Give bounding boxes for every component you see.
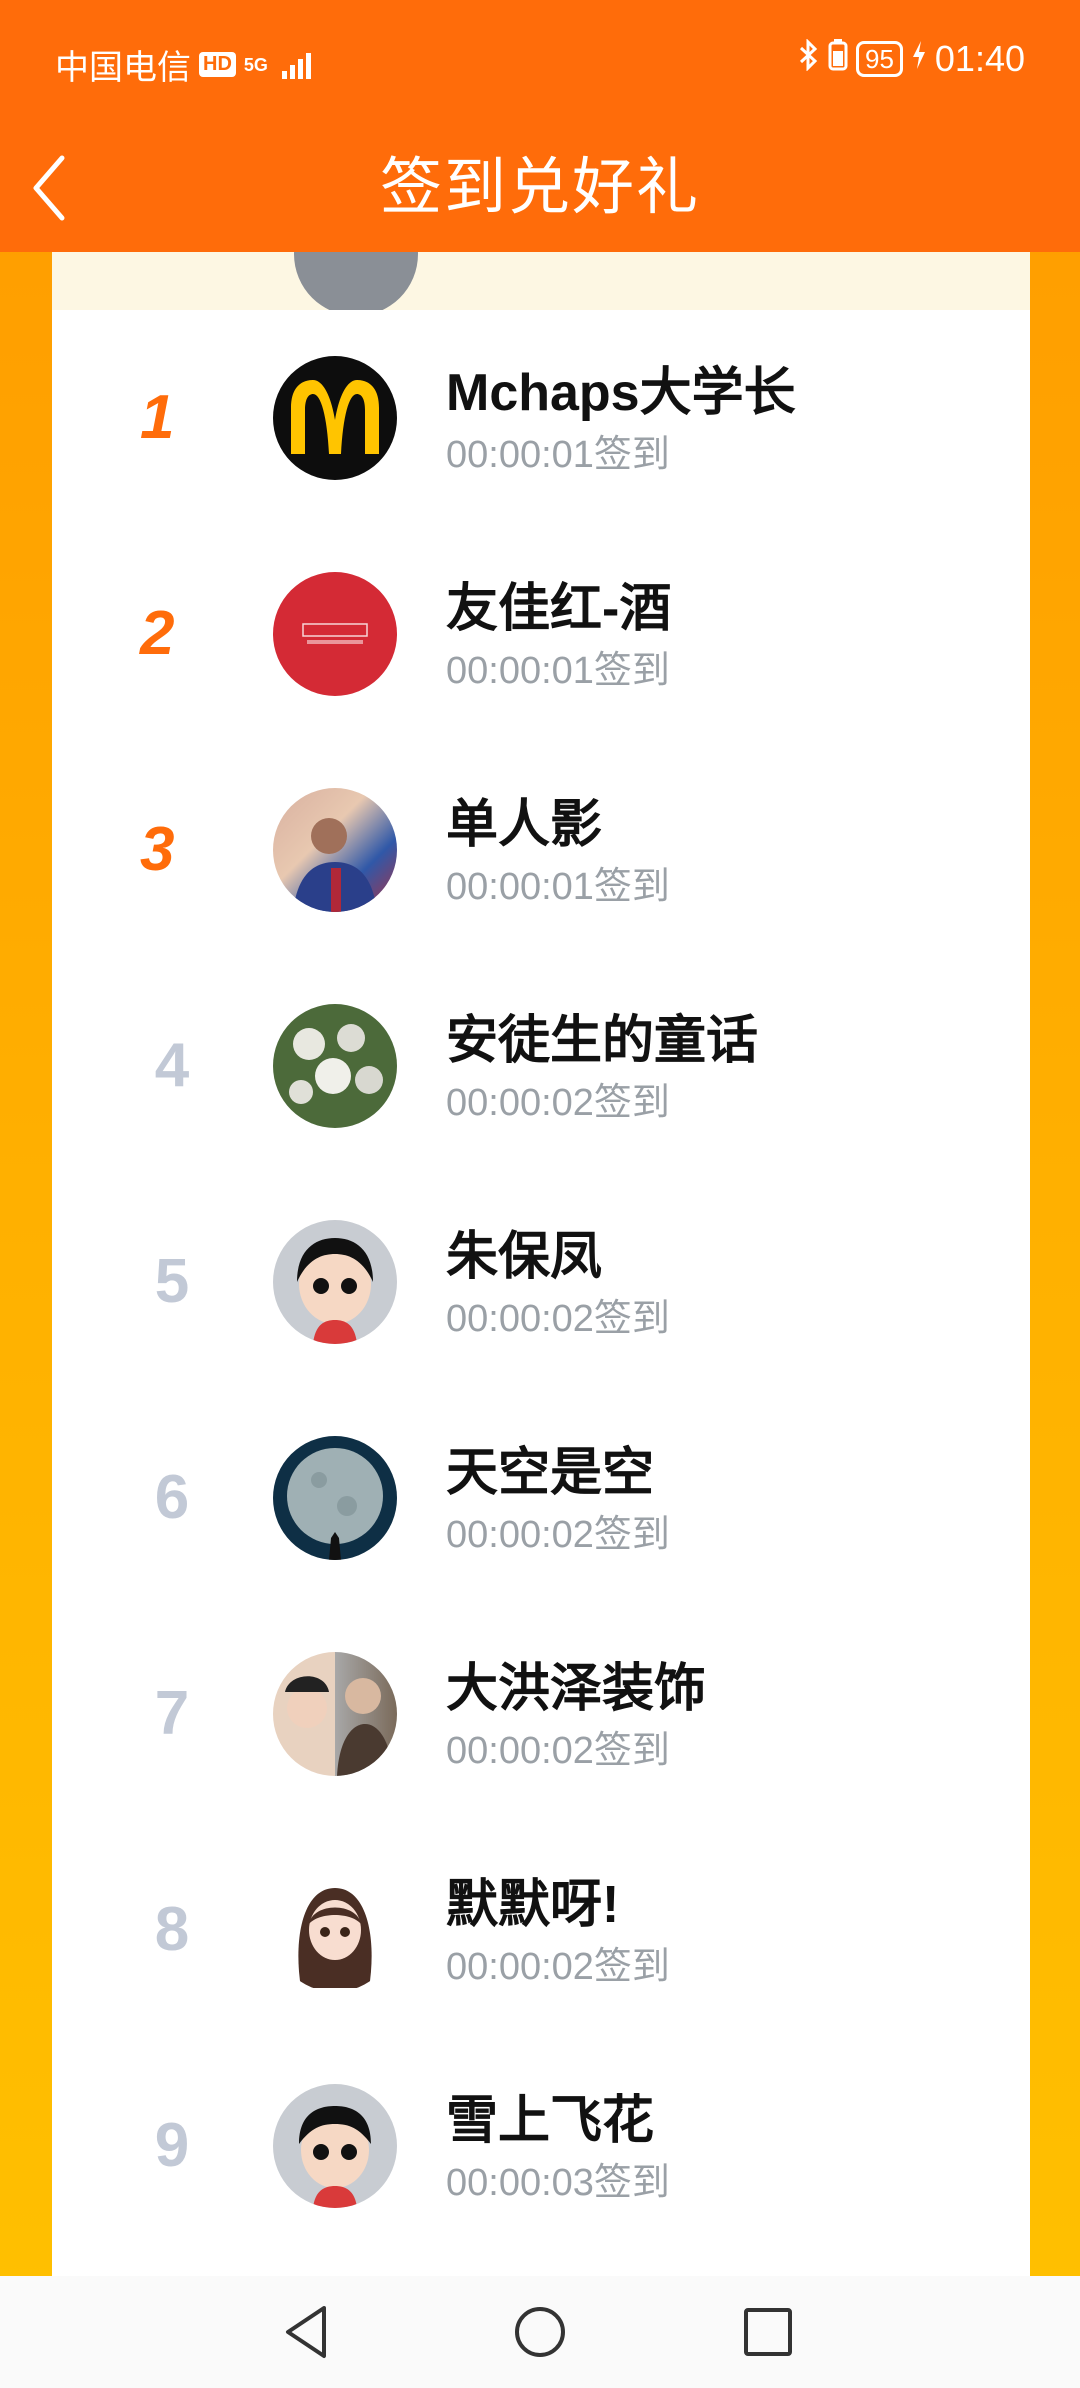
checkin-time: 00:00:02签到 <box>446 1514 670 1556</box>
bluetooth-icon <box>798 38 820 80</box>
rank-number: 9 <box>154 2111 190 2180</box>
checkin-ranking-list[interactable]: 1 Mchaps大学长 00:00:01签到 2 友佳红-酒 00:00:01签… <box>52 252 1030 2276</box>
user-name: 单人影 <box>446 796 603 854</box>
list-item[interactable]: 3 单人影 00:00:01签到 <box>52 742 1030 958</box>
nav-home-icon <box>515 2307 565 2357</box>
user-name: 安徒生的童话 <box>446 1012 759 1070</box>
checkin-time: 00:00:02签到 <box>446 1298 670 1340</box>
top-app-bar: 中国电信 HD 5G 95 01:40 签到兑好礼 <box>0 0 1080 252</box>
page-title: 签到兑好礼 <box>379 153 700 222</box>
checkin-time: 00:00:01签到 <box>446 866 670 908</box>
rank-number: 1 <box>112 370 232 466</box>
photo-avatar-icon <box>293 818 377 912</box>
nav-recents-icon <box>744 2308 792 2356</box>
current-user-row-partial <box>52 252 1030 310</box>
rank-number: 6 <box>154 1463 190 1532</box>
checkin-time: 00:00:02签到 <box>446 1946 670 1988</box>
list-item[interactable]: 5 朱保凤 00:00:02签到 <box>52 1174 1030 1390</box>
user-name: 大洪泽装饰 <box>446 1660 707 1718</box>
user-name: 天空是空 <box>446 1444 655 1502</box>
checkin-time: 00:00:02签到 <box>446 1730 670 1772</box>
user-name: 雪上飞花 <box>446 2092 655 2150</box>
list-item[interactable]: 4 安徒生的童话 00:00:02签到 <box>52 958 1030 1174</box>
avatar[interactable] <box>273 356 397 480</box>
hd-badge: HD <box>199 52 236 77</box>
people-photo-icon <box>285 1676 393 1776</box>
charging-icon <box>911 38 927 80</box>
nav-home-button[interactable] <box>508 2300 572 2364</box>
list-item[interactable]: 6 天空是空 00:00:02签到 <box>52 1390 1030 1606</box>
rank-number: 8 <box>154 1895 190 1964</box>
carrier-label: 中国电信 <box>55 49 191 87</box>
list-item[interactable]: 9 雪上飞花 00:00:03签到 <box>52 2038 1030 2254</box>
avatar[interactable] <box>273 1868 397 1992</box>
nav-back-icon <box>286 2306 326 2358</box>
moon-photo-icon <box>287 1448 383 1560</box>
checkin-time: 00:00:01签到 <box>446 650 670 692</box>
rank-number: 4 <box>154 1031 190 1100</box>
mcdonalds-logo-icon <box>291 380 379 454</box>
user-name: 默默呀! <box>446 1876 620 1934</box>
clock: 01:40 <box>934 38 1025 79</box>
rank-number: 3 <box>112 802 232 898</box>
header-nav: 签到兑好礼 <box>0 120 1080 252</box>
battery-icon <box>828 38 848 80</box>
rank-number: 2 <box>112 586 232 682</box>
wine-brand-logo-icon <box>302 623 368 644</box>
list-item[interactable]: 1 Mchaps大学长 00:00:01签到 <box>52 310 1030 526</box>
cartoon-girl-long-hair-icon <box>298 1888 372 1988</box>
system-navigation-bar <box>0 2276 1080 2388</box>
avatar[interactable] <box>273 1220 397 1344</box>
avatar[interactable] <box>273 1004 397 1128</box>
network-label: 5G <box>243 54 268 75</box>
cartoon-boy-icon <box>299 2106 371 2208</box>
avatar <box>294 252 418 310</box>
list-item[interactable]: 2 友佳红-酒 00:00:01签到 <box>52 526 1030 742</box>
checkin-time: 00:00:02签到 <box>446 1082 670 1124</box>
signal-icon <box>281 51 311 79</box>
avatar[interactable] <box>273 1652 397 1776</box>
rank-number: 5 <box>154 1247 190 1316</box>
avatar[interactable] <box>273 2084 397 2208</box>
list-item[interactable]: 7 大洪泽装饰 00:00:02签到 <box>52 1606 1030 1822</box>
user-name: Mchaps大学长 <box>446 364 796 422</box>
flowers-photo-icon <box>289 1024 383 1104</box>
checkin-time: 00:00:01签到 <box>446 434 670 476</box>
list-item[interactable]: 8 默默呀! 00:00:02签到 <box>52 1822 1030 2038</box>
nav-back-button[interactable] <box>276 2300 340 2364</box>
user-name: 友佳红-酒 <box>446 580 672 638</box>
nav-recents-button[interactable] <box>736 2300 800 2364</box>
checkin-time: 00:00:03签到 <box>446 2162 670 2204</box>
battery-level: 95 <box>855 41 903 77</box>
rank-number: 7 <box>154 1679 190 1748</box>
status-bar: 中国电信 HD 5G 95 01:40 <box>0 0 1080 120</box>
cartoon-girl-icon <box>297 1238 373 1344</box>
user-name: 朱保凤 <box>446 1228 603 1286</box>
avatar[interactable] <box>273 572 397 696</box>
avatar[interactable] <box>273 1436 397 1560</box>
avatar[interactable] <box>273 788 397 912</box>
